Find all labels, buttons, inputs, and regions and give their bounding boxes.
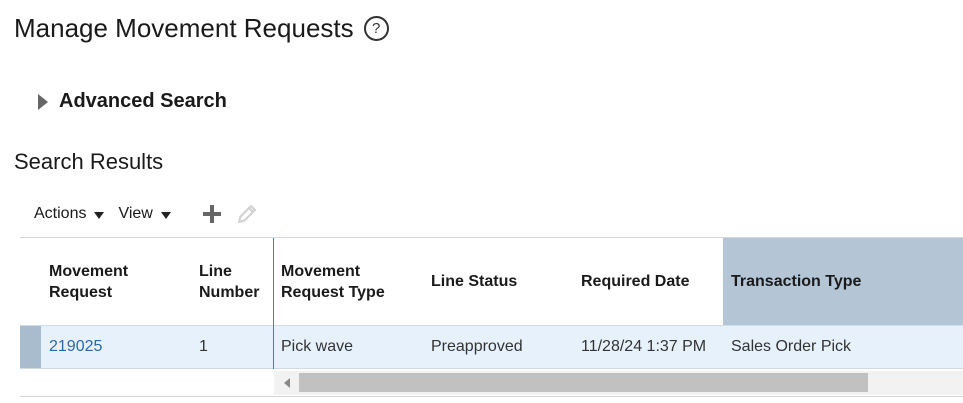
page: Manage Movement Requests ? Advanced Sear… xyxy=(0,0,963,403)
caret-down-icon xyxy=(160,211,171,219)
advanced-search-label[interactable]: Advanced Search xyxy=(59,90,227,113)
column-header-movement-request-type[interactable]: Movement Request Type xyxy=(273,238,423,325)
advanced-search-toggle[interactable]: Advanced Search xyxy=(38,90,227,113)
table-row[interactable]: 219025 1 Pick wave Preapproved 11/28/24 … xyxy=(20,325,963,369)
row-selector[interactable] xyxy=(20,326,41,368)
cell-line-status: Preapproved xyxy=(431,338,523,355)
frozen-column-divider xyxy=(273,238,274,369)
page-title-container: Manage Movement Requests ? xyxy=(14,13,389,44)
pencil-icon[interactable] xyxy=(235,202,259,226)
help-icon[interactable]: ? xyxy=(363,16,389,41)
cell-movement-request-type: Pick wave xyxy=(281,338,354,355)
scroll-left-arrow-icon[interactable] xyxy=(284,378,290,388)
plus-icon[interactable] xyxy=(202,205,221,223)
horizontal-scrollbar[interactable] xyxy=(274,371,963,395)
caret-down-icon xyxy=(94,211,105,219)
disclosure-triangle-icon[interactable] xyxy=(38,93,48,110)
view-menu-label: View xyxy=(118,205,153,222)
column-header-label: Movement Request Type xyxy=(281,262,385,301)
column-header-required-date[interactable]: Required Date xyxy=(573,238,723,325)
cell-required-date: 11/28/24 1:37 PM xyxy=(581,338,707,355)
column-header-line-number[interactable]: Line Number xyxy=(191,238,273,325)
column-header-label: Transaction Type xyxy=(731,273,862,290)
actions-menu-button[interactable]: Actions xyxy=(34,205,105,223)
search-results-title: Search Results xyxy=(14,149,164,174)
cell-transaction-type: Sales Order Pick xyxy=(731,338,852,355)
cell-movement-request-link[interactable]: 219025 xyxy=(41,326,191,368)
view-menu-button[interactable]: View xyxy=(118,205,171,223)
page-title: Manage Movement Requests xyxy=(14,13,354,43)
column-header-label: Movement Request xyxy=(49,262,129,301)
table-bottom-rule xyxy=(20,396,963,397)
column-header-label: Line Number xyxy=(199,262,260,301)
table-header-row: Movement Request Line Number Movement Re… xyxy=(20,238,963,325)
cell-line-number: 1 xyxy=(199,338,208,355)
column-header-line-status[interactable]: Line Status xyxy=(423,238,573,325)
scrollbar-thumb[interactable] xyxy=(299,373,868,392)
results-toolbar: Actions View xyxy=(34,202,259,226)
actions-menu-label: Actions xyxy=(34,205,87,222)
results-table: Movement Request Line Number Movement Re… xyxy=(20,237,963,397)
column-header-label: Line Status xyxy=(431,273,518,290)
column-header-transaction-type[interactable]: Transaction Type xyxy=(723,238,963,325)
column-header-label: Required Date xyxy=(581,273,690,290)
column-header-movement-request[interactable]: Movement Request xyxy=(41,238,191,325)
